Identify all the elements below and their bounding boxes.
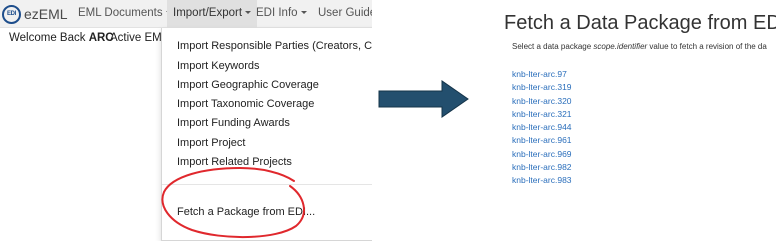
menu-item-import-related-projects[interactable]: Import Related Projects [177, 156, 292, 168]
brand-name: ezEML [24, 6, 68, 22]
nav-user-guide-label: User Guide [318, 7, 372, 19]
menu-item-import-funding-awards[interactable]: Import Funding Awards [177, 117, 290, 129]
package-link[interactable]: knb-lter-arc.320 [512, 95, 572, 108]
description-prefix: Select a data package [512, 42, 594, 51]
nav-edi-info-label: EDI Info [256, 7, 298, 19]
welcome-prefix: Welcome Back [9, 32, 89, 44]
description-suffix: value to fetch a revision of the da [647, 42, 767, 51]
nav-edi-info[interactable]: EDI Info [256, 7, 307, 19]
page-title-text: Fetch a Data Package from EDI [504, 12, 776, 34]
page-description: Select a data package scope.identifier v… [512, 42, 767, 51]
package-link[interactable]: knb-lter-arc.961 [512, 134, 572, 147]
package-link[interactable]: knb-lter-arc.982 [512, 161, 572, 174]
nav-eml-documents[interactable]: EML Documents [78, 7, 172, 19]
package-link[interactable]: knb-lter-arc.321 [512, 108, 572, 121]
caret-down-icon [245, 11, 252, 15]
menu-item-import-keywords[interactable]: Import Keywords [177, 60, 260, 72]
menu-item-fetch-package[interactable]: Fetch a Package from EDI... [177, 206, 315, 218]
brand[interactable]: EDI ezEML [2, 4, 68, 24]
package-list: knb-lter-arc.97 knb-lter-arc.319 knb-lte… [512, 68, 572, 188]
menu-item-import-project[interactable]: Import Project [177, 137, 245, 149]
edi-logo-icon: EDI [2, 4, 21, 24]
nav-user-guide[interactable]: User Guide [318, 7, 372, 19]
welcome-message: Welcome Back ARC [9, 32, 114, 44]
fetch-package-panel: Fetch a Data Package from EDI? Select a … [470, 0, 776, 241]
nav-import-export[interactable]: Import/Export [167, 0, 258, 28]
right-arrow-icon [378, 80, 469, 118]
menu-item-import-taxonomic-coverage[interactable]: Import Taxonomic Coverage [177, 98, 314, 110]
caret-down-icon [300, 11, 307, 15]
nav-import-export-label: Import/Export [173, 7, 243, 19]
menu-item-import-responsible-parties[interactable]: Import Responsible Parties (Creators, Co… [177, 40, 372, 52]
ezeml-menu-panel: EDI ezEML EML Documents Import/Export ED… [0, 0, 372, 241]
menu-divider [162, 184, 372, 185]
package-link[interactable]: knb-lter-arc.97 [512, 68, 572, 81]
page-title: Fetch a Data Package from EDI? [504, 12, 776, 35]
import-export-dropdown: Import Responsible Parties (Creators, Co… [161, 28, 372, 241]
menu-item-import-geographic-coverage[interactable]: Import Geographic Coverage [177, 79, 319, 91]
nav-eml-documents-label: EML Documents [78, 7, 163, 19]
navbar: EDI ezEML EML Documents Import/Export ED… [0, 0, 372, 28]
package-link[interactable]: knb-lter-arc.944 [512, 121, 572, 134]
package-link[interactable]: knb-lter-arc.319 [512, 81, 572, 94]
package-link[interactable]: knb-lter-arc.969 [512, 148, 572, 161]
description-term: scope.identifier [593, 42, 648, 51]
package-link[interactable]: knb-lter-arc.983 [512, 174, 572, 187]
